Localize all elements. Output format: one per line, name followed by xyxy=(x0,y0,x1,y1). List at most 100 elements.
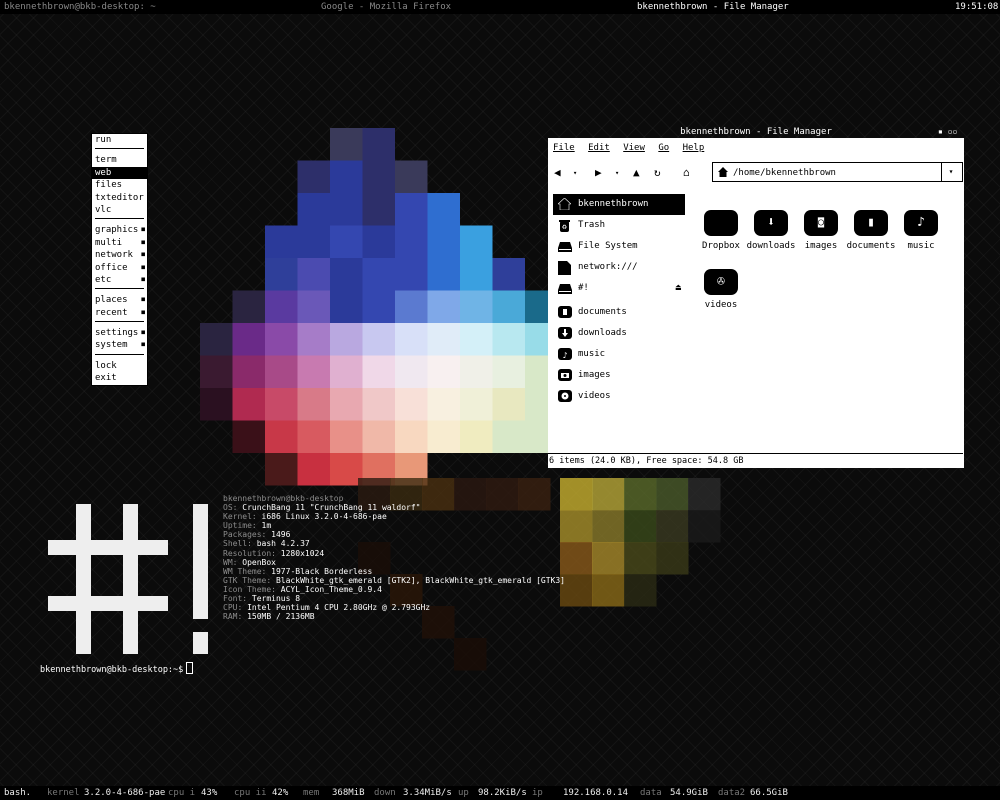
up-icon[interactable]: ▲ xyxy=(633,166,640,179)
menu-item-graphics[interactable]: graphics ■ xyxy=(92,224,147,236)
art-tile xyxy=(265,420,298,453)
art-tile xyxy=(427,388,460,421)
window-controls[interactable]: ▪ ▫▫ xyxy=(938,127,957,136)
conky-statusbar: bash. kernel 3.2.0-4-686-pae cpu i 43% c… xyxy=(0,786,1000,800)
art-tile xyxy=(427,323,460,356)
menu-item-office[interactable]: office ■ xyxy=(92,262,147,274)
art-tile xyxy=(624,574,657,607)
menu-item-web[interactable]: web xyxy=(92,166,147,180)
art-tile xyxy=(232,323,265,356)
menu-item-network[interactable]: network ■ xyxy=(92,249,147,261)
menu-item-settings[interactable]: settings ■ xyxy=(92,327,147,339)
forward-icon[interactable]: ▶ xyxy=(595,166,602,179)
menu-go[interactable]: Go xyxy=(658,143,669,153)
folder-dropbox[interactable]: Dropbox xyxy=(696,210,746,251)
art-tile xyxy=(688,510,721,543)
art-tile xyxy=(362,323,395,356)
sidebar-item-crunchbang[interactable]: #! ⏏ xyxy=(553,278,685,299)
sidebar-item-downloads[interactable]: downloads xyxy=(553,323,685,344)
fm-statusbar: 6 items (24.0 KB), Free space: 54.8 GB xyxy=(548,453,963,468)
menu-item-files[interactable]: files xyxy=(92,179,147,191)
sysinfo-row: GTK Theme: BlackWhite_gtk_emerald [GTK2]… xyxy=(223,576,565,585)
art-tile xyxy=(362,128,395,161)
menu-item-lock[interactable]: lock xyxy=(92,360,147,372)
terminal-prompt[interactable]: bkennethbrown@bkb-desktop:~$ xyxy=(40,662,194,675)
art-tile xyxy=(460,388,493,421)
sidebar-item-filesystem[interactable]: File System xyxy=(553,236,685,257)
sidebar-item-images[interactable]: images xyxy=(553,365,685,386)
top-panel: bkennethbrown@bkb-desktop: ~ Google - Mo… xyxy=(0,0,1000,14)
folder-music[interactable]: ♪ music xyxy=(896,210,946,251)
address-bar[interactable]: /home/bkennethbrown xyxy=(712,162,942,182)
art-tile xyxy=(492,420,525,453)
clock: 19:51:08 xyxy=(955,2,999,12)
menu-item-term[interactable]: term xyxy=(92,154,147,166)
art-tile xyxy=(460,225,493,258)
submenu-arrow-icon: ■ xyxy=(141,226,145,234)
art-tile xyxy=(330,323,363,356)
menu-item-multi[interactable]: multi ■ xyxy=(92,237,147,249)
sidebar-item-music[interactable]: ♪ music xyxy=(553,344,685,365)
home-icon[interactable]: ⌂ xyxy=(683,166,690,179)
art-tile xyxy=(200,355,233,388)
address-path: /home/bkennethbrown xyxy=(733,168,836,178)
sidebar-item-trash[interactable]: ♻ Trash xyxy=(553,215,685,236)
menu-item-txteditor[interactable]: txteditor xyxy=(92,192,147,204)
sidebar-item-network[interactable]: network:/// xyxy=(553,257,685,278)
art-tile xyxy=(265,258,298,291)
folder-icon xyxy=(558,306,572,318)
sysinfo-row: WM Theme: 1977-Black Borderless xyxy=(223,567,565,576)
back-history-icon[interactable]: ▾ xyxy=(573,169,577,177)
art-tile xyxy=(460,290,493,323)
sysinfo-value: i686 Linux 3.2.0-4-686-pae xyxy=(261,512,387,522)
status-app: bash. xyxy=(4,788,32,798)
document-folder-icon: ▮ xyxy=(854,210,888,236)
art-tile xyxy=(395,355,428,388)
art-tile xyxy=(297,453,330,486)
task-firefox[interactable]: Google - Mozilla Firefox xyxy=(321,2,451,12)
art-tile xyxy=(362,193,395,226)
sysinfo-row: OS: CrunchBang 11 "CrunchBang 11 waldorf… xyxy=(223,503,565,512)
sysinfo-key: Kernel: xyxy=(223,512,262,522)
menu-edit[interactable]: Edit xyxy=(588,143,610,153)
folder-documents[interactable]: ▮ documents xyxy=(846,210,896,251)
task-terminal[interactable]: bkennethbrown@bkb-desktop: ~ xyxy=(4,2,156,12)
menu-item-recent[interactable]: recent ■ xyxy=(92,307,147,319)
menu-file[interactable]: File xyxy=(553,143,575,153)
sidebar-item-home[interactable]: bkennethbrown xyxy=(553,194,685,215)
sysinfo-row: Shell: bash 4.2.37 xyxy=(223,539,565,548)
folder-downloads[interactable]: ⬇ downloads xyxy=(746,210,796,251)
art-tile xyxy=(624,478,657,511)
menu-item-places[interactable]: places ■ xyxy=(92,294,147,306)
task-file-manager[interactable]: bkennethbrown - File Manager xyxy=(637,2,789,12)
folder-videos[interactable]: ✇ videos xyxy=(696,269,746,310)
address-dropdown-button[interactable]: ▾ xyxy=(940,162,963,182)
art-tile xyxy=(297,420,330,453)
reload-icon[interactable]: ↻ xyxy=(654,166,661,179)
menu-item-etc[interactable]: etc ■ xyxy=(92,274,147,286)
menu-view[interactable]: View xyxy=(623,143,645,153)
menu-item-vlc[interactable]: vlc xyxy=(92,204,147,216)
back-icon[interactable]: ◀ xyxy=(554,166,561,179)
status-cpu2-label: cpu ii xyxy=(234,788,267,798)
submenu-arrow-icon: ■ xyxy=(141,341,145,349)
sysinfo-header: bkennethbrown@bkb-desktop xyxy=(223,494,344,503)
menu-item-exit[interactable]: exit xyxy=(92,372,147,384)
art-tile xyxy=(265,323,298,356)
fm-window-title[interactable]: bkennethbrown - File Manager xyxy=(548,127,964,138)
sidebar-item-documents[interactable]: documents xyxy=(553,302,685,323)
art-tile xyxy=(460,420,493,453)
sidebar-item-videos[interactable]: videos xyxy=(553,386,685,407)
art-tile xyxy=(330,128,363,161)
forward-history-icon[interactable]: ▾ xyxy=(615,169,619,177)
eject-icon[interactable]: ⏏ xyxy=(676,278,681,299)
art-tile xyxy=(265,225,298,258)
menu-item-system[interactable]: system ■ xyxy=(92,339,147,351)
art-tile xyxy=(395,420,428,453)
folder-images[interactable]: ◙ images xyxy=(796,210,846,251)
menu-item-run[interactable]: run xyxy=(92,134,147,146)
menu-help[interactable]: Help xyxy=(683,143,705,153)
sysinfo-value: 1977-Black Borderless xyxy=(271,566,373,576)
sysinfo-row: Resolution: 1280x1024 xyxy=(223,549,565,558)
art-tile xyxy=(395,258,428,291)
